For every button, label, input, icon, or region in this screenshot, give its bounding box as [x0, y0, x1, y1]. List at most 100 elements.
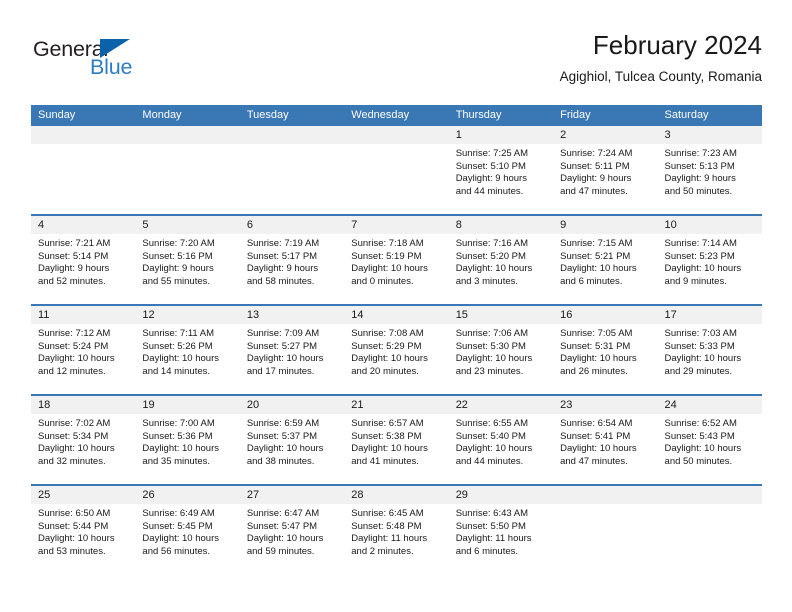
weekday-header-thursday: Thursday: [448, 105, 554, 126]
sunset-time: Sunset: 5:14 PM: [38, 250, 109, 262]
calendar-page: General Blue February 2024 Agighiol, Tul…: [0, 0, 792, 612]
sunset-time: Sunset: 5:43 PM: [664, 430, 735, 442]
daylight-duration-line1: Daylight: 9 hours: [142, 263, 214, 275]
day-cell[interactable]: 13 Sunrise: 7:09 AM Sunset: 5:27 PM Dayligh…: [239, 306, 345, 394]
day-number: 26: [135, 486, 240, 504]
daylight-duration-line2: and 38 minutes.: [246, 455, 315, 467]
day-details: Sunrise: 7:19 AM Sunset: 5:17 PM Daylight:…: [240, 234, 344, 288]
day-cell[interactable]: 10 Sunrise: 7:14 AM Sunset: 5:23 PM Dayligh…: [657, 216, 762, 304]
sunset-time: Sunset: 5:44 PM: [38, 520, 109, 532]
day-cell-empty: [31, 126, 136, 214]
day-cell[interactable]: 28 Sunrise: 6:45 AM Sunset: 5:48 PM Dayligh…: [344, 486, 449, 574]
sunset-time: Sunset: 5:23 PM: [664, 250, 735, 262]
sunset-time: Sunset: 5:33 PM: [664, 340, 735, 352]
day-cell[interactable]: 15 Sunrise: 7:06 AM Sunset: 5:30 PM Dayligh…: [448, 306, 554, 394]
day-cell[interactable]: 9 Sunrise: 7:15 AM Sunset: 5:21 PM Daylight…: [553, 216, 658, 304]
sunrise-time: Sunrise: 7:06 AM: [455, 328, 529, 339]
day-cell[interactable]: 29 Sunrise: 6:43 AM Sunset: 5:50 PM Dayligh…: [448, 486, 554, 574]
day-number: 1: [448, 126, 554, 144]
day-details: Sunrise: 6:54 AM Sunset: 5:41 PM Daylight:…: [553, 414, 657, 468]
sunrise-time: Sunrise: 6:55 AM: [455, 418, 529, 429]
calendar-cell: 11 Sunrise: 7:12 AM Sunset: 5:24 PM Dayligh…: [31, 304, 136, 395]
day-cell[interactable]: 2 Sunrise: 7:24 AM Sunset: 5:11 PM Daylight…: [553, 126, 658, 214]
weekday-header-wednesday: Wednesday: [344, 105, 449, 126]
day-cell[interactable]: 20 Sunrise: 6:59 AM Sunset: 5:37 PM Dayligh…: [239, 396, 345, 484]
day-cell[interactable]: 14 Sunrise: 7:08 AM Sunset: 5:29 PM Dayligh…: [344, 306, 449, 394]
day-number: 10: [657, 216, 762, 234]
day-details: Sunrise: 7:16 AM Sunset: 5:20 PM Daylight:…: [449, 234, 553, 288]
day-number: 14: [344, 306, 449, 324]
day-cell[interactable]: 17 Sunrise: 7:03 AM Sunset: 5:33 PM Dayligh…: [657, 306, 762, 394]
day-cell[interactable]: 1 Sunrise: 7:25 AM Sunset: 5:10 PM Daylight…: [448, 126, 554, 214]
title-block: February 2024 Agighiol, Tulcea County, R…: [560, 28, 762, 88]
day-cell[interactable]: 21 Sunrise: 6:57 AM Sunset: 5:38 PM Dayligh…: [344, 396, 449, 484]
calendar-cell: 20 Sunrise: 6:59 AM Sunset: 5:37 PM Dayligh…: [239, 394, 345, 485]
day-number: 20: [239, 396, 345, 414]
calendar-cell: [657, 484, 762, 574]
calendar-cell: 28 Sunrise: 6:45 AM Sunset: 5:48 PM Dayligh…: [344, 484, 449, 574]
daylight-duration-line1: Daylight: 10 hours: [455, 443, 533, 455]
daylight-duration-line1: Daylight: 10 hours: [38, 443, 115, 455]
daylight-duration-line1: Daylight: 10 hours: [351, 353, 428, 365]
daylight-duration-line1: Daylight: 11 hours: [351, 533, 428, 545]
daylight-duration-line1: Daylight: 10 hours: [142, 533, 219, 545]
day-cell[interactable]: 24 Sunrise: 6:52 AM Sunset: 5:43 PM Dayligh…: [657, 396, 762, 484]
calendar-cell: 10 Sunrise: 7:14 AM Sunset: 5:23 PM Dayligh…: [657, 214, 762, 305]
day-details: Sunrise: 7:12 AM Sunset: 5:24 PM Daylight:…: [31, 324, 135, 378]
day-cell[interactable]: 26 Sunrise: 6:49 AM Sunset: 5:45 PM Dayligh…: [135, 486, 240, 574]
daylight-duration-line2: and 56 minutes.: [142, 545, 211, 557]
daylight-duration-line2: and 20 minutes.: [351, 365, 419, 377]
calendar-week-row: 18 Sunrise: 7:02 AM Sunset: 5:34 PM Dayligh…: [31, 394, 762, 485]
daylight-duration-line2: and 29 minutes.: [664, 365, 733, 377]
sunset-time: Sunset: 5:24 PM: [38, 340, 109, 352]
day-number: [239, 126, 345, 144]
day-number: [344, 126, 449, 144]
daylight-duration-line2: and 44 minutes.: [455, 185, 524, 197]
day-number: [657, 486, 762, 504]
day-cell[interactable]: 7 Sunrise: 7:18 AM Sunset: 5:19 PM Daylight…: [344, 216, 449, 304]
daylight-duration-line1: Daylight: 10 hours: [351, 263, 428, 275]
day-cell[interactable]: 4 Sunrise: 7:21 AM Sunset: 5:14 PM Daylight…: [31, 216, 136, 304]
sunset-time: Sunset: 5:31 PM: [560, 340, 631, 352]
daylight-duration-line1: Daylight: 11 hours: [455, 533, 532, 545]
day-details: Sunrise: 6:59 AM Sunset: 5:37 PM Daylight:…: [240, 414, 344, 468]
day-cell[interactable]: 3 Sunrise: 7:23 AM Sunset: 5:13 PM Daylight…: [657, 126, 762, 214]
day-cell[interactable]: 25 Sunrise: 6:50 AM Sunset: 5:44 PM Dayligh…: [31, 486, 136, 574]
sunset-time: Sunset: 5:27 PM: [246, 340, 318, 352]
calendar-cell: 25 Sunrise: 6:50 AM Sunset: 5:44 PM Dayligh…: [31, 484, 136, 574]
day-cell[interactable]: 18 Sunrise: 7:02 AM Sunset: 5:34 PM Dayligh…: [31, 396, 136, 484]
sunset-time: Sunset: 5:19 PM: [351, 250, 422, 262]
sunrise-time: Sunrise: 6:50 AM: [38, 508, 111, 519]
sunrise-time: Sunrise: 7:23 AM: [664, 148, 737, 159]
calendar-cell: 16 Sunrise: 7:05 AM Sunset: 5:31 PM Dayligh…: [553, 304, 658, 395]
calendar-cell: 27 Sunrise: 6:47 AM Sunset: 5:47 PM Dayligh…: [239, 484, 345, 574]
sunrise-time: Sunrise: 7:05 AM: [560, 328, 633, 339]
day-details: [344, 144, 448, 148]
day-number: 27: [239, 486, 345, 504]
daylight-duration-line2: and 47 minutes.: [560, 185, 628, 197]
day-cell[interactable]: 27 Sunrise: 6:47 AM Sunset: 5:47 PM Dayligh…: [239, 486, 345, 574]
day-cell[interactable]: 11 Sunrise: 7:12 AM Sunset: 5:24 PM Dayligh…: [31, 306, 136, 394]
daylight-duration-line2: and 44 minutes.: [455, 455, 524, 467]
day-cell[interactable]: 23 Sunrise: 6:54 AM Sunset: 5:41 PM Dayligh…: [553, 396, 658, 484]
day-details: Sunrise: 7:14 AM Sunset: 5:23 PM Daylight:…: [658, 234, 762, 288]
day-cell[interactable]: 22 Sunrise: 6:55 AM Sunset: 5:40 PM Dayligh…: [448, 396, 554, 484]
day-number: 3: [657, 126, 762, 144]
calendar-week-row: 1 Sunrise: 7:25 AM Sunset: 5:10 PM Daylight…: [31, 126, 762, 215]
daylight-duration-line2: and 17 minutes.: [246, 365, 315, 377]
sunset-time: Sunset: 5:41 PM: [560, 430, 631, 442]
page-title: February 2024: [592, 30, 762, 60]
day-details: Sunrise: 7:15 AM Sunset: 5:21 PM Daylight:…: [553, 234, 657, 288]
day-cell[interactable]: 16 Sunrise: 7:05 AM Sunset: 5:31 PM Dayligh…: [553, 306, 658, 394]
sunrise-time: Sunrise: 6:52 AM: [664, 418, 737, 429]
calendar-cell: 4 Sunrise: 7:21 AM Sunset: 5:14 PM Daylight…: [31, 214, 136, 305]
day-cell[interactable]: 8 Sunrise: 7:16 AM Sunset: 5:20 PM Daylight…: [448, 216, 554, 304]
day-cell[interactable]: 6 Sunrise: 7:19 AM Sunset: 5:17 PM Daylight…: [239, 216, 345, 304]
day-number: 12: [135, 306, 240, 324]
day-cell[interactable]: 5 Sunrise: 7:20 AM Sunset: 5:16 PM Daylight…: [135, 216, 240, 304]
daylight-duration-line2: and 23 minutes.: [455, 365, 524, 377]
sunrise-time: Sunrise: 7:14 AM: [664, 238, 737, 249]
day-cell[interactable]: 19 Sunrise: 7:00 AM Sunset: 5:36 PM Dayligh…: [135, 396, 240, 484]
day-cell[interactable]: 12 Sunrise: 7:11 AM Sunset: 5:26 PM Dayligh…: [135, 306, 240, 394]
sunrise-time: Sunrise: 6:45 AM: [351, 508, 424, 519]
